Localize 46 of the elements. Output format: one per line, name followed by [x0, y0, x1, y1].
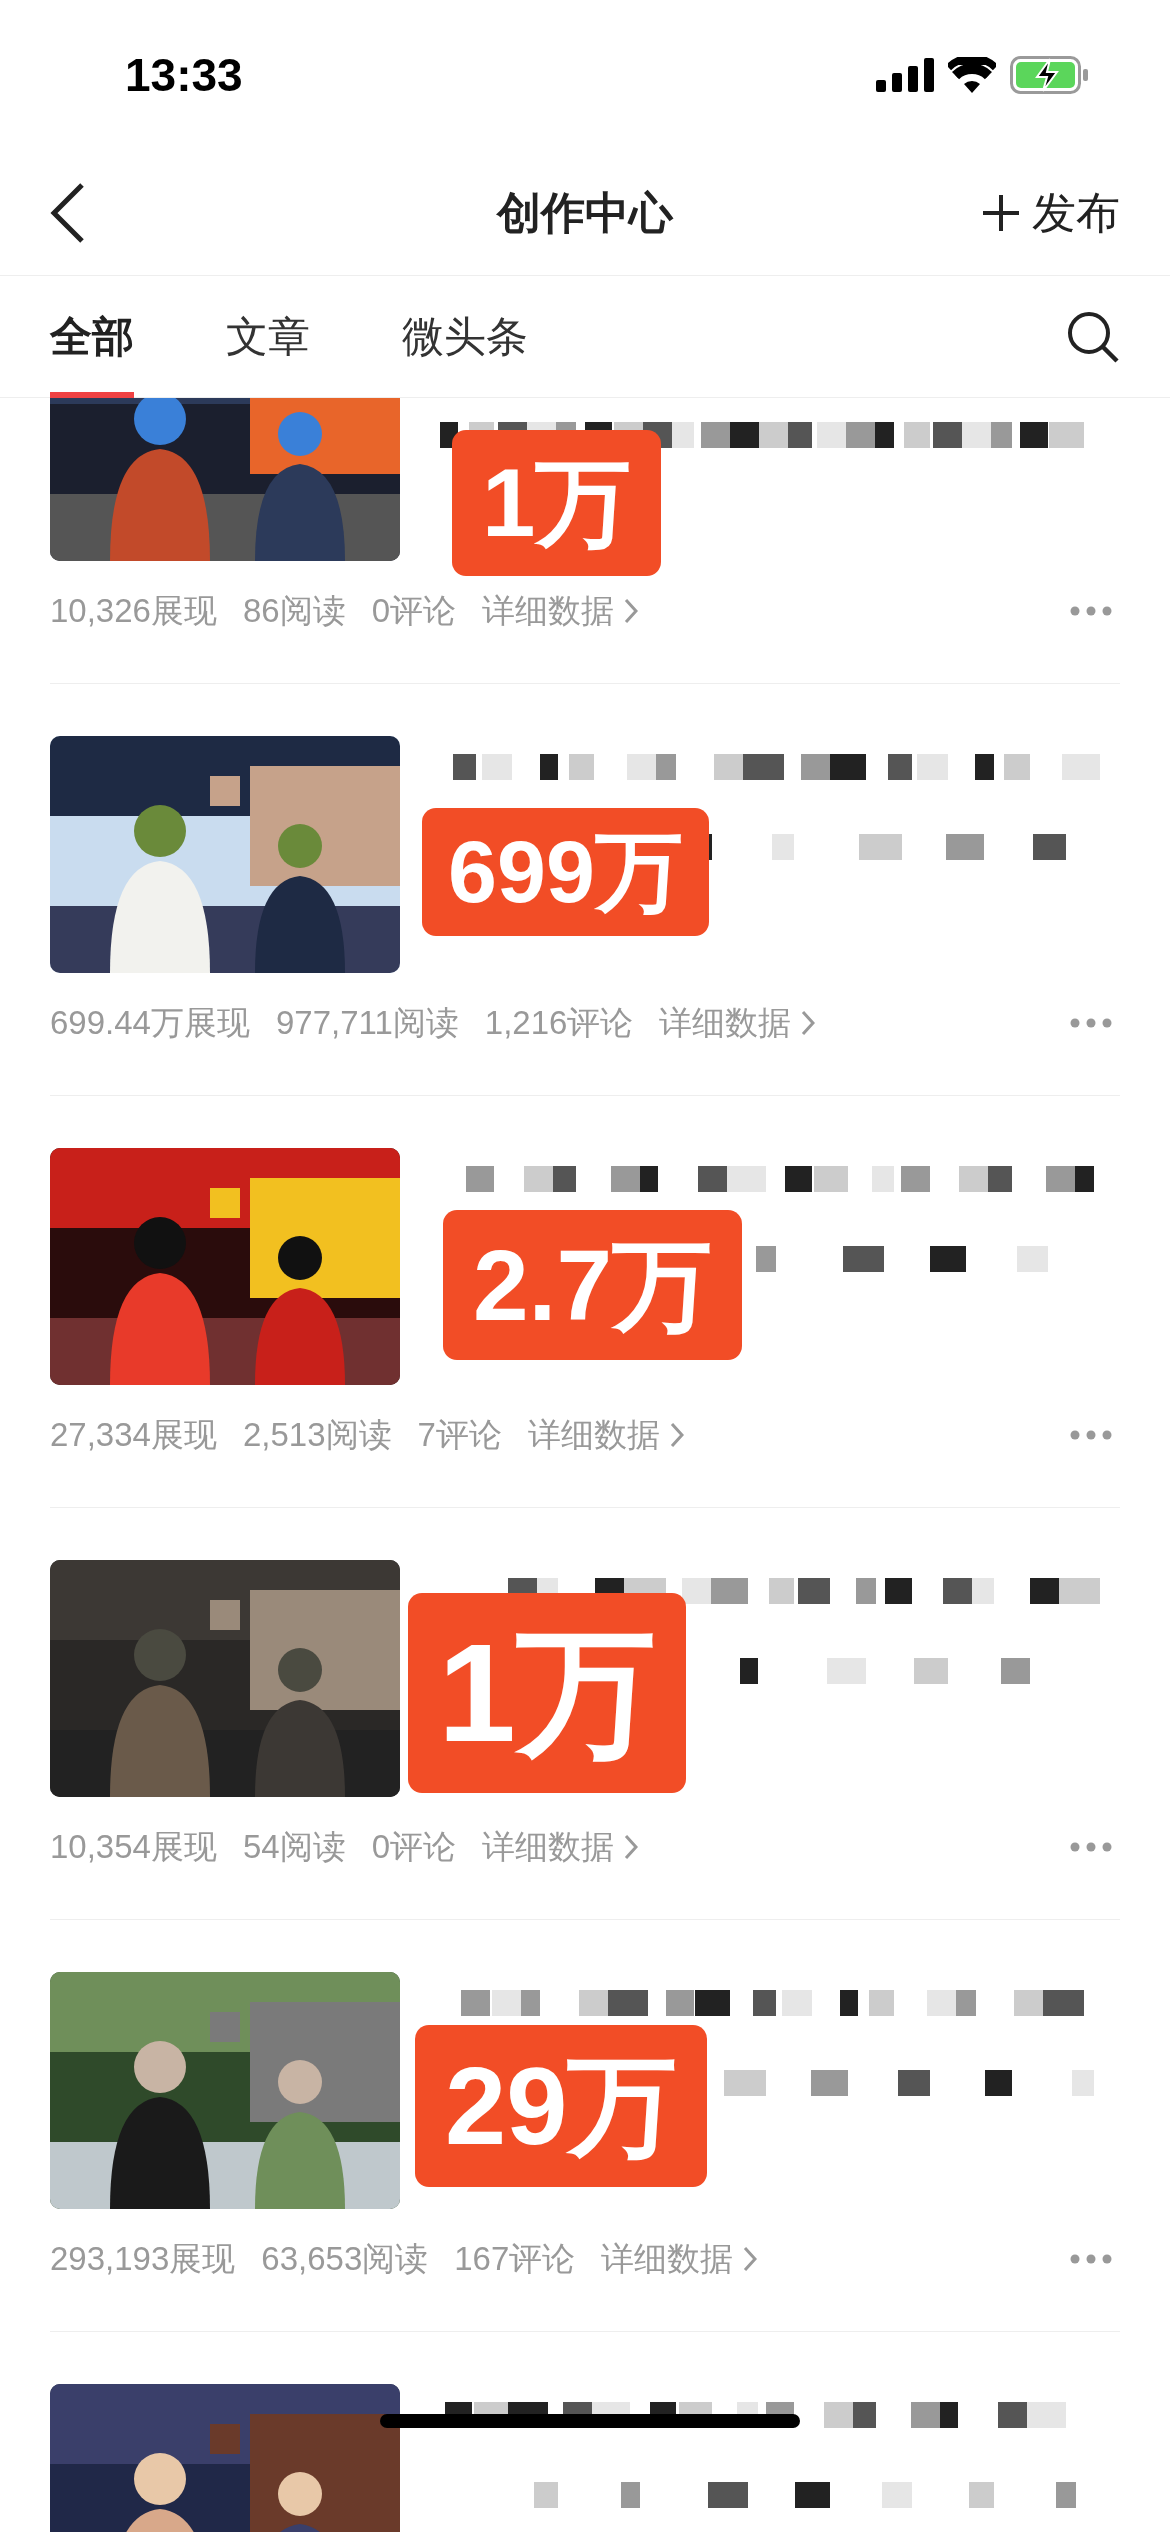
reads-count: 977,711阅读 — [275, 1003, 459, 1044]
comments-count: 1,216评论 — [484, 1003, 634, 1044]
more-icon[interactable] — [1070, 1842, 1112, 1852]
more-icon[interactable] — [1070, 2254, 1112, 2264]
publish-button[interactable]: 发布 — [982, 179, 1120, 246]
details-link[interactable]: 详细数据 — [659, 998, 816, 1048]
views-count: 10,354展现 — [50, 1827, 217, 1868]
reads-count: 63,653阅读 — [261, 2239, 429, 2280]
back-icon[interactable] — [50, 181, 86, 244]
views-count: 27,334展现 — [50, 1415, 217, 1456]
comments-count: 0评论 — [371, 591, 456, 632]
more-icon[interactable] — [1070, 606, 1112, 616]
view-count-badge: 699万 — [422, 808, 709, 936]
battery-charging-icon — [1010, 56, 1090, 94]
chevron-right-icon — [743, 2246, 758, 2272]
reads-count: 86阅读 — [242, 591, 346, 632]
category-tab[interactable]: 文章 — [226, 275, 310, 398]
more-icon[interactable] — [1070, 1430, 1112, 1440]
view-count-badge: 1万 — [452, 430, 662, 576]
details-link[interactable]: 详细数据 — [601, 2234, 758, 2284]
status-time: 13:33 — [125, 47, 243, 103]
search-icon[interactable] — [1066, 309, 1120, 364]
comments-count: 167评论 — [454, 2239, 576, 2280]
category-tab[interactable]: 微头条 — [402, 275, 528, 398]
more-icon[interactable] — [1070, 1018, 1112, 1028]
view-count-badge: 2.7万 — [443, 1210, 742, 1360]
view-count-badge: 29万 — [415, 2025, 708, 2187]
details-link[interactable]: 详细数据 — [527, 1410, 684, 1460]
signal-icon — [876, 58, 934, 92]
details-link[interactable]: 详细数据 — [482, 586, 638, 636]
views-count: 293,193展现 — [50, 2239, 236, 2280]
wifi-icon — [948, 57, 996, 93]
chevron-right-icon — [624, 598, 638, 624]
views-count: 10,326展现 — [50, 591, 217, 632]
reads-count: 2,513阅读 — [242, 1415, 392, 1456]
reads-count: 54阅读 — [242, 1827, 346, 1868]
comments-count: 0评论 — [371, 1827, 456, 1868]
views-count: 699.44万展现 — [50, 1003, 250, 1044]
comments-count: 7评论 — [417, 1415, 502, 1456]
details-link[interactable]: 详细数据 — [482, 1822, 638, 1872]
view-count-badge: 1万 — [408, 1593, 686, 1793]
chevron-right-icon — [624, 1834, 638, 1860]
chevron-right-icon — [801, 1010, 816, 1036]
plus-icon — [982, 193, 1020, 232]
chevron-right-icon — [669, 1422, 684, 1448]
page-title: 创作中心 — [497, 186, 673, 239]
